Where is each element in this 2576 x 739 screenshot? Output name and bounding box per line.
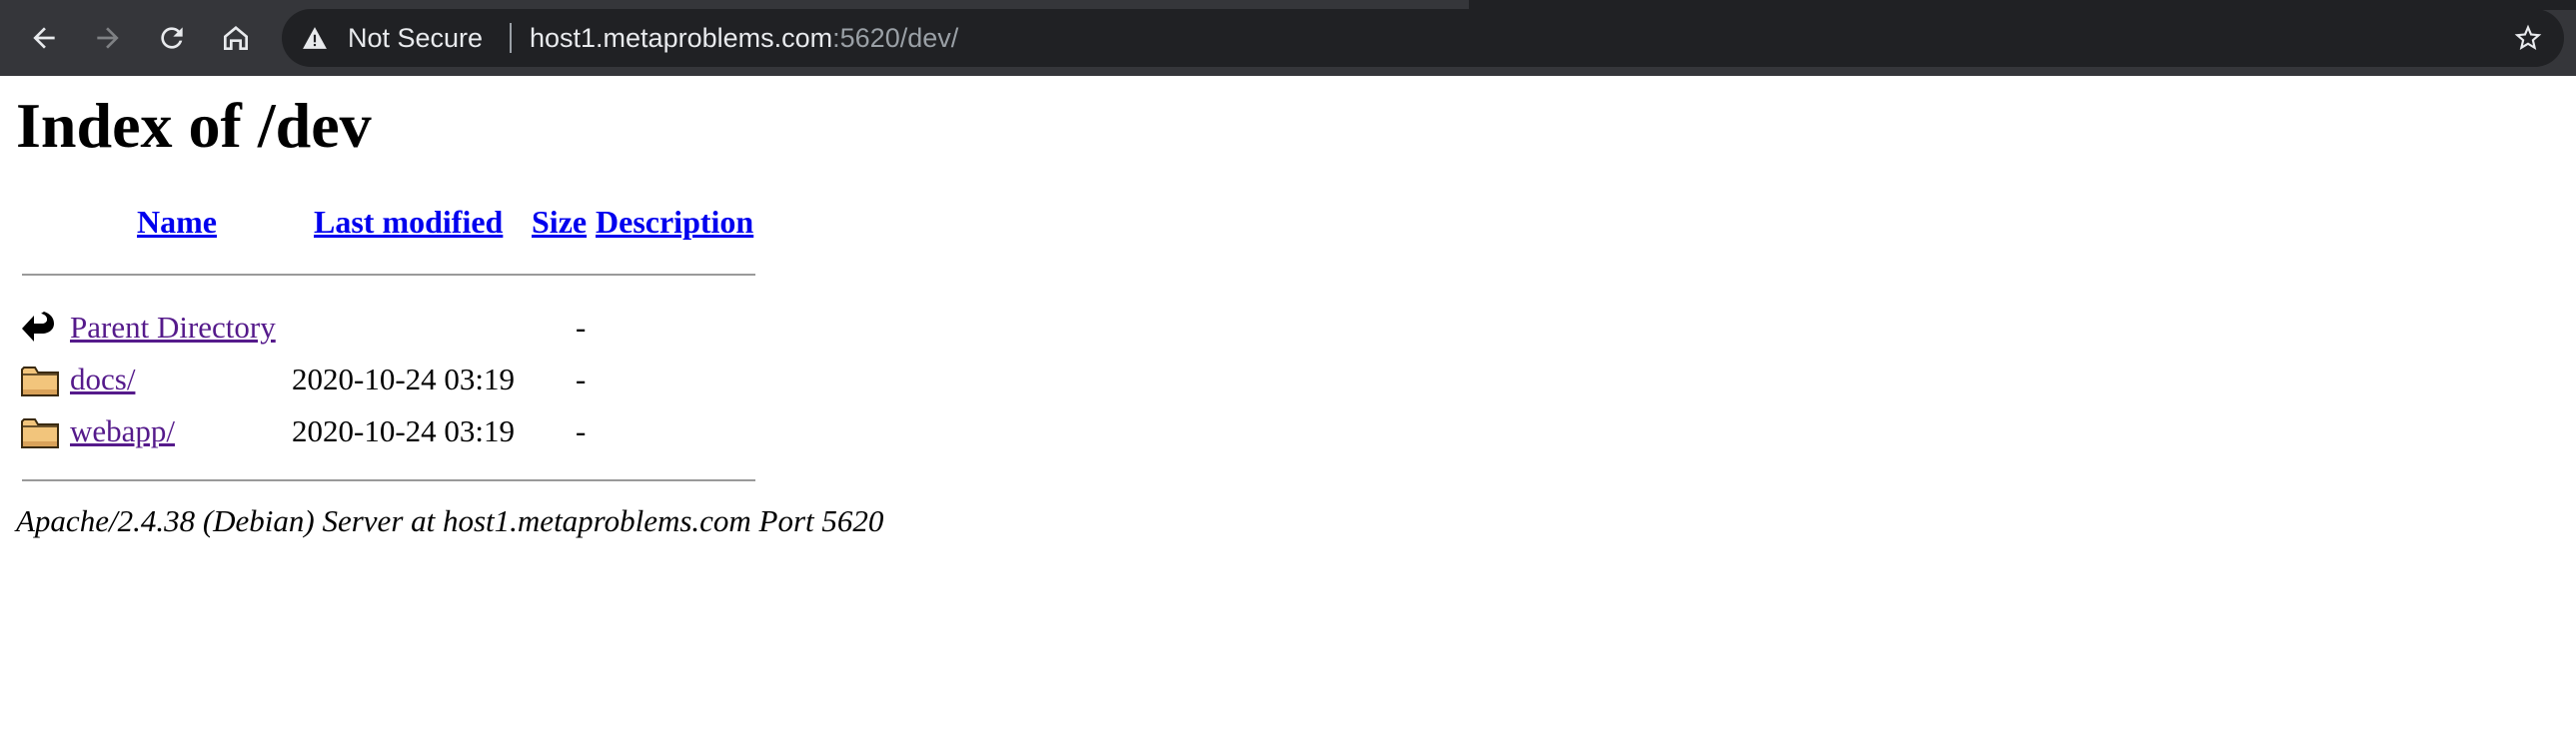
row-size: - [576, 362, 587, 396]
folder-icon [21, 418, 59, 448]
server-signature: Apache/2.4.38 (Debian) Server at host1.m… [16, 503, 884, 538]
row-size: - [576, 310, 587, 345]
header-divider [22, 274, 755, 276]
column-header-description[interactable]: Description [596, 204, 753, 241]
reload-button[interactable] [152, 18, 192, 58]
reload-icon [161, 27, 183, 49]
docs-folder-link[interactable]: docs/ [70, 362, 135, 397]
home-icon [224, 26, 248, 50]
folder-icon [21, 367, 59, 396]
url-path: :5620/dev/ [832, 23, 959, 53]
column-header-last-modified[interactable]: Last modified [314, 204, 503, 241]
table-row: Parent Directory - [16, 308, 775, 348]
back-arrow-icon [33, 27, 55, 49]
address-separator [510, 23, 512, 53]
column-header-name[interactable]: Name [137, 204, 217, 241]
browser-toolbar: Not Secure host1.metaproblems.com:5620/d… [0, 0, 2576, 76]
parent-directory-link[interactable]: Parent Directory [70, 310, 276, 346]
footer-divider [22, 479, 755, 481]
page-title: Index of /dev [16, 90, 372, 161]
table-row: docs/ 2020-10-24 03:19 - [16, 360, 775, 399]
url-text[interactable]: host1.metaproblems.com:5620/dev/ [530, 22, 958, 54]
column-header-size[interactable]: Size [532, 204, 587, 241]
bookmark-star-icon[interactable] [2512, 22, 2544, 54]
webapp-folder-link[interactable]: webapp/ [70, 413, 175, 449]
address-bar[interactable]: Not Secure host1.metaproblems.com:5620/d… [282, 9, 2564, 67]
forward-button[interactable] [88, 18, 128, 58]
back-button[interactable] [24, 18, 64, 58]
security-status-label[interactable]: Not Secure [348, 22, 483, 54]
row-size: - [576, 413, 587, 448]
warning-triangle-icon[interactable] [302, 26, 328, 50]
back-arrow-icon [22, 312, 54, 342]
table-row: webapp/ 2020-10-24 03:19 - [16, 411, 775, 451]
page-content: Index of /dev Name Last modified Size De… [0, 76, 2576, 739]
row-modified: 2020-10-24 03:19 [292, 413, 516, 448]
home-button[interactable] [216, 18, 256, 58]
url-host: host1.metaproblems.com [530, 23, 833, 53]
forward-arrow-icon [97, 27, 119, 49]
row-modified: 2020-10-24 03:19 [292, 362, 516, 396]
